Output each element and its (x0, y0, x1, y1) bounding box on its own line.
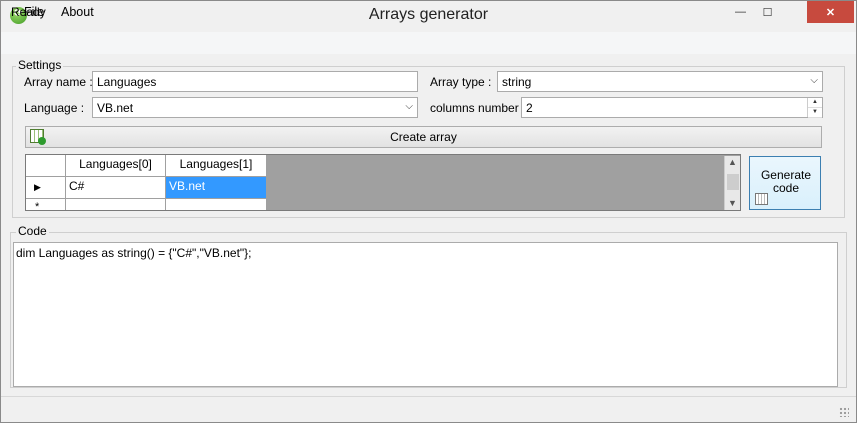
columns-number-label: columns number : (430, 101, 526, 115)
grid-scrollbar[interactable]: ▲ ▼ (724, 156, 740, 210)
close-button[interactable]: ✕ (807, 1, 854, 23)
array-type-select-value: string (502, 75, 532, 89)
array-type-select[interactable]: string ⌵ (497, 71, 823, 92)
columns-number-value: 2 (526, 101, 533, 115)
grid-cell[interactable] (166, 199, 267, 210)
stepper-down-icon[interactable]: ▼ (808, 108, 822, 118)
language-label: Language : (24, 101, 85, 115)
column-header-1[interactable]: Languages[1] (166, 155, 267, 177)
column-header-0[interactable]: Languages[0] (66, 155, 166, 177)
grid-cell[interactable] (66, 199, 166, 210)
array-name-input[interactable]: Languages (92, 71, 418, 92)
scroll-thumb[interactable] (727, 174, 739, 190)
stepper-up-icon[interactable]: ▲ (808, 98, 822, 108)
array-data-grid[interactable]: Languages[0] Languages[1] ▶ C# VB.net * (25, 154, 741, 211)
code-output-textarea[interactable]: dim Languages as string() = {"C#","VB.ne… (13, 242, 838, 387)
status-bar (1, 396, 856, 422)
code-icon (755, 193, 768, 205)
plus-icon (38, 137, 46, 145)
code-legend: Code (16, 224, 49, 238)
row-header-current-icon[interactable]: ▶ (26, 177, 66, 199)
generate-code-label: Generate code (760, 168, 812, 195)
menu-bar (1, 32, 856, 54)
array-name-label: Array name : (24, 75, 93, 89)
status-text: Ready (11, 5, 46, 19)
generate-code-button[interactable]: Generate code (749, 156, 821, 210)
maximize-button[interactable]: ☐ (754, 1, 781, 23)
scroll-up-icon[interactable]: ▲ (728, 157, 737, 167)
grid-cell[interactable]: C# (66, 177, 166, 199)
minimize-button[interactable]: — (727, 1, 754, 23)
chevron-down-icon: ⌵ (810, 75, 818, 86)
scroll-down-icon[interactable]: ▼ (728, 198, 737, 208)
array-type-label: Array type : (430, 75, 492, 89)
columns-number-stepper[interactable]: 2 ▲ ▼ (521, 97, 823, 118)
grid-corner-header (26, 155, 66, 177)
chevron-down-icon: ⌵ (405, 101, 413, 112)
resize-grip-icon[interactable] (839, 407, 849, 417)
row-header-new-icon[interactable]: * (26, 199, 66, 210)
language-select[interactable]: VB.net ⌵ (92, 97, 418, 118)
language-select-value: VB.net (97, 101, 134, 115)
settings-legend: Settings (16, 58, 64, 72)
menu-about[interactable]: About (61, 5, 94, 19)
create-array-button[interactable]: Create array (25, 126, 822, 148)
grid-cell-selected[interactable]: VB.net (166, 177, 267, 199)
